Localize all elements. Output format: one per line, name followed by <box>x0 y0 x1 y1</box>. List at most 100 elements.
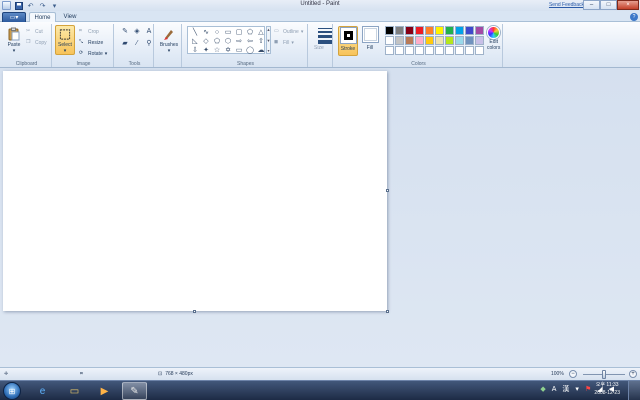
outline-button[interactable]: ▭ Outline ▾ <box>274 28 303 35</box>
oval-callout-shape-icon[interactable]: ◯ <box>245 46 255 55</box>
maximize-button[interactable]: □ <box>600 0 617 10</box>
send-feedback-link[interactable]: Send Feedback <box>549 2 584 8</box>
palette-swatch[interactable] <box>385 46 394 55</box>
cloud-callout-shape-icon[interactable]: ☁ <box>256 46 266 55</box>
pentagon-shape-icon[interactable]: ⬠ <box>212 37 222 46</box>
action-center-icon[interactable]: ⚑ <box>585 385 591 393</box>
copy-button[interactable]: ❐ Copy <box>26 39 47 46</box>
text-icon[interactable]: A <box>144 26 154 36</box>
palette-swatch[interactable] <box>465 26 474 35</box>
canvas-resize-handle-right[interactable] <box>386 189 389 192</box>
scroll-up-icon[interactable]: ▲ <box>267 27 271 32</box>
curve-shape-icon[interactable]: ∿ <box>201 28 211 37</box>
canvas-resize-handle-bottom[interactable] <box>193 310 196 313</box>
palette-swatch[interactable] <box>475 36 484 45</box>
size-button[interactable]: Size <box>314 45 324 51</box>
fill-bucket-icon[interactable]: ◈ <box>132 26 142 36</box>
tray-expand-icon[interactable]: ▾ <box>575 385 579 393</box>
tab-view[interactable]: View <box>58 12 82 22</box>
ime-indicator[interactable]: 漢 <box>562 384 569 394</box>
palette-swatch[interactable] <box>425 46 434 55</box>
stroke-color-button[interactable]: Stroke <box>338 26 358 56</box>
paint-menu-button[interactable]: ▭▾ <box>2 12 26 22</box>
right-arrow-shape-icon[interactable]: ⇨ <box>234 37 244 46</box>
cut-button[interactable]: ✂ Cut <box>26 28 43 35</box>
hexagon-shape-icon[interactable]: ⬡ <box>223 37 233 46</box>
palette-swatch[interactable] <box>465 46 474 55</box>
shape-fill-button[interactable]: ◼ Fill ▾ <box>274 39 294 46</box>
palette-swatch[interactable] <box>475 26 484 35</box>
right-triangle-shape-icon[interactable]: ◺ <box>190 37 200 46</box>
palette-swatch[interactable] <box>405 46 414 55</box>
palette-swatch[interactable] <box>455 26 464 35</box>
clock[interactable]: 오후 11:33 2008-12-23 <box>594 382 620 397</box>
pencil-icon[interactable]: ✎ <box>120 26 130 36</box>
palette-swatch[interactable] <box>445 26 454 35</box>
show-desktop-button[interactable] <box>628 381 640 400</box>
zoom-slider-thumb[interactable] <box>602 370 606 379</box>
resize-button[interactable]: ⤡ Resize <box>79 39 103 46</box>
start-button[interactable]: ⊞ <box>3 382 21 400</box>
palette-swatch[interactable] <box>435 36 444 45</box>
eraser-icon[interactable]: ▰ <box>120 38 130 48</box>
palette-swatch[interactable] <box>445 36 454 45</box>
brushes-button[interactable]: Brushes ▾ <box>158 27 180 54</box>
palette-swatch[interactable] <box>425 36 434 45</box>
rectangle-shape-icon[interactable]: ▭ <box>223 28 233 37</box>
language-indicator[interactable]: A <box>552 386 557 393</box>
rounded-rectangle-shape-icon[interactable]: ▢ <box>234 28 244 37</box>
tab-home[interactable]: Home <box>29 12 56 22</box>
minimize-button[interactable]: – <box>583 0 600 10</box>
palette-swatch[interactable] <box>455 36 464 45</box>
magnifier-icon[interactable]: ⚲ <box>144 38 154 48</box>
help-icon[interactable]: ? <box>630 13 638 21</box>
network-tray-icon[interactable]: ◆ <box>540 385 545 393</box>
oval-shape-icon[interactable]: ○ <box>212 28 222 37</box>
color-picker-icon[interactable]: ⁄ <box>132 38 142 48</box>
palette-swatch[interactable] <box>415 26 424 35</box>
six-point-star-shape-icon[interactable]: ✡ <box>223 46 233 55</box>
palette-swatch[interactable] <box>425 26 434 35</box>
diamond-shape-icon[interactable]: ◇ <box>201 37 211 46</box>
palette-swatch[interactable] <box>455 46 464 55</box>
palette-swatch[interactable] <box>445 46 454 55</box>
internet-explorer-icon[interactable]: e <box>30 382 55 400</box>
palette-swatch[interactable] <box>395 36 404 45</box>
select-button[interactable]: Select ▾ <box>55 25 75 55</box>
crop-button[interactable]: ⌗ Crop <box>79 28 99 35</box>
down-arrow-shape-icon[interactable]: ⇩ <box>190 46 200 55</box>
size-icon[interactable] <box>318 28 332 44</box>
line-shape-icon[interactable]: ╲ <box>190 28 200 37</box>
edit-colors-button[interactable]: Edit colors <box>487 26 500 51</box>
five-point-star-shape-icon[interactable]: ☆ <box>212 46 222 55</box>
rounded-callout-shape-icon[interactable]: ▭ <box>234 46 244 55</box>
palette-swatch[interactable] <box>415 36 424 45</box>
close-button[interactable]: × <box>617 0 639 10</box>
explorer-folder-icon[interactable]: ▭ <box>62 382 87 400</box>
media-player-icon[interactable]: ▶ <box>92 382 117 400</box>
up-arrow-shape-icon[interactable]: ⇧ <box>256 37 266 46</box>
palette-swatch[interactable] <box>385 26 394 35</box>
paint-app-icon[interactable]: ✎ <box>122 382 147 400</box>
palette-swatch[interactable] <box>395 46 404 55</box>
palette-swatch[interactable] <box>435 26 444 35</box>
gallery-expand-icon[interactable]: ▾ <box>267 48 269 53</box>
palette-swatch[interactable] <box>395 26 404 35</box>
palette-swatch[interactable] <box>405 26 414 35</box>
zoom-out-button[interactable]: − <box>569 370 577 378</box>
scroll-down-icon[interactable]: ▼ <box>267 38 271 43</box>
paste-button[interactable]: Paste ▾ <box>5 27 23 54</box>
palette-swatch[interactable] <box>475 46 484 55</box>
drawing-canvas[interactable] <box>3 71 387 311</box>
canvas-resize-handle-corner[interactable] <box>386 310 389 313</box>
fill-color-button[interactable]: Fill <box>360 26 380 56</box>
shapes-gallery-scroll[interactable]: ▲ ▼ ▾ <box>266 26 271 54</box>
zoom-in-button[interactable]: + <box>629 370 637 378</box>
palette-swatch[interactable] <box>415 46 424 55</box>
palette-swatch[interactable] <box>465 36 474 45</box>
left-arrow-shape-icon[interactable]: ⇦ <box>245 37 255 46</box>
palette-swatch[interactable] <box>435 46 444 55</box>
polygon-shape-icon[interactable]: ⬠ <box>245 28 255 37</box>
four-point-star-shape-icon[interactable]: ✦ <box>201 46 211 55</box>
palette-swatch[interactable] <box>405 36 414 45</box>
